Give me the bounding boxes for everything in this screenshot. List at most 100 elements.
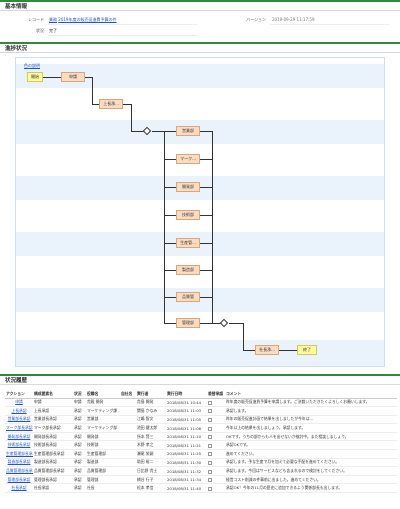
action-link[interactable]: 生産管理部長承認: [5, 449, 33, 459]
column-header: 差替承認: [207, 390, 225, 399]
table-row: 上長承認 上長承認 承認 マーケティング課 関島 かなみ 2018/08/31 11:03…: [5, 406, 397, 416]
column-header: 状況: [73, 390, 86, 399]
table-row: 営業部長承認 営業部長承認 承認 営業部 江嶋 智文 2018/08/31 11:05 昨年…: [5, 415, 397, 425]
flow-node-marketing[interactable]: マーク...: [176, 154, 200, 164]
comment-cell: 昨年の販売促進計画で結果を出しましたが今年は...: [225, 415, 397, 425]
flow-connector: [279, 350, 297, 351]
flow-node-apply[interactable]: 申請: [61, 72, 85, 82]
datetime-cell: 2018/08/31 11:25: [166, 449, 207, 459]
substitute-cell: [207, 398, 225, 408]
user-cell: 橋谷 行子: [136, 475, 166, 485]
flow-node-quality[interactable]: 品質管: [176, 292, 200, 302]
status-cell: 承認: [73, 406, 86, 416]
basic-info-header: 基本情報: [0, 0, 400, 11]
company-cell: [120, 415, 136, 425]
user-cell: 木野 孝之: [136, 440, 166, 451]
record-prefix-link[interactable]: 業務: [49, 17, 57, 22]
flow-connector: [164, 131, 176, 132]
substitute-cell: [207, 423, 225, 433]
role-cell: 製造部: [86, 458, 120, 468]
status-cell: 承認: [73, 415, 86, 425]
user-cell: 所本 賢三: [136, 432, 166, 442]
flow-connector: [164, 187, 176, 188]
company-cell: [120, 466, 136, 476]
substitute-checkbox[interactable]: [208, 417, 212, 422]
flow-connector: [85, 77, 92, 78]
user-cell: 瀬尾 栄嗣: [136, 449, 166, 459]
flow-node-sales[interactable]: 営業部: [176, 126, 200, 136]
company-cell: [120, 423, 136, 433]
workflow-diagram: 色の説明 開始 申請 上長承... 営業部 マーク... 開発部 技術部 生産管…: [15, 57, 385, 367]
substitute-cell: [207, 440, 225, 451]
substitute-checkbox[interactable]: [208, 443, 212, 448]
element-name: マーク部長承認: [33, 423, 73, 433]
datetime-cell: 2018/08/31 10:44: [166, 398, 207, 408]
substitute-checkbox[interactable]: [208, 469, 212, 474]
action-link[interactable]: 技術部長承認: [5, 440, 33, 451]
user-cell: 関島 かなみ: [136, 406, 166, 416]
action-link[interactable]: 営業部長承認: [5, 415, 33, 425]
status-label: 状況: [36, 28, 44, 33]
substitute-checkbox[interactable]: [208, 460, 212, 465]
action-link[interactable]: 製造部長承認: [5, 458, 33, 468]
action-link[interactable]: 管理部長承認: [5, 475, 33, 485]
record-value: 業務 2019年度の販売促進費予算の件: [49, 17, 116, 23]
action-link[interactable]: 上長承認: [5, 406, 33, 416]
history-header: 状況履歴: [0, 374, 400, 385]
column-header: 自社名: [120, 390, 136, 399]
flow-node-management[interactable]: 管理部: [176, 318, 200, 328]
flow-connector: [164, 270, 176, 271]
element-name: 開発部長承認: [33, 432, 73, 442]
company-cell: [120, 483, 136, 494]
color-legend-label[interactable]: 色の説明: [24, 63, 40, 69]
flow-node-boss-approval[interactable]: 上長承...: [99, 99, 123, 109]
table-row: 品質管理部長承認品質管理部長承認承認品質管理部日比野 貴士2018/08/31 …: [5, 466, 397, 476]
company-cell: [120, 475, 136, 485]
flow-node-president-approval[interactable]: 社長承...: [255, 345, 279, 355]
substitute-cell: [207, 415, 225, 425]
substitute-checkbox[interactable]: [208, 435, 212, 440]
role-cell: 貴殿 開発: [86, 398, 120, 408]
substitute-checkbox[interactable]: [208, 426, 212, 431]
substitute-checkbox[interactable]: [208, 452, 212, 457]
action-link[interactable]: 開発部長承認: [5, 432, 33, 442]
element-name: 上長承認: [33, 406, 73, 416]
comment-cell: 進めてください。: [225, 449, 397, 459]
substitute-checkbox[interactable]: [208, 486, 212, 491]
substitute-checkbox[interactable]: [208, 400, 212, 405]
table-row: 開発部長承認 開発部長承認 承認 開発部 所本 賢三 2018/08/31 11:10 OK…: [5, 432, 397, 442]
record-label: レコード: [28, 17, 44, 22]
substitute-checkbox[interactable]: [208, 409, 212, 414]
flow-connector: [200, 323, 212, 324]
flow-node-development[interactable]: 開発部: [176, 182, 200, 192]
flow-connector: [92, 104, 99, 105]
action-link[interactable]: 品質管理部長承認: [5, 466, 33, 476]
flow-node-start[interactable]: 開始: [27, 72, 43, 82]
role-cell: 管理部: [86, 475, 120, 485]
merge-gateway-icon: [219, 318, 229, 328]
flow-node-manufacturing[interactable]: 製造部: [176, 265, 200, 275]
flow-connector: [212, 131, 213, 323]
action-link[interactable]: 社長承認: [5, 483, 33, 494]
datetime-cell: 2018/08/31 11:03: [166, 406, 207, 416]
flow-node-tech[interactable]: 技術部: [176, 210, 200, 220]
flow-node-end[interactable]: 終了: [297, 345, 317, 355]
lane-stripe: [16, 120, 384, 144]
element-name: 製造部長承認: [33, 458, 73, 468]
table-row: 生産管理部長承認生産管理部長承認承認生産管理部瀬尾 栄嗣2018/08/31 1…: [5, 449, 397, 459]
action-link[interactable]: マーク部長承認: [5, 423, 33, 433]
flow-connector: [200, 243, 212, 244]
substitute-cell: [207, 475, 225, 485]
flow-connector: [243, 350, 255, 351]
history-table: アクション 構成要素名 状況 役職名 自社名 実行者 実行日時 差替承認 コメント 申請 申請 申請…: [5, 390, 397, 494]
substitute-cell: [207, 432, 225, 442]
flow-connector: [164, 215, 176, 216]
substitute-checkbox[interactable]: [208, 478, 212, 483]
flow-connector: [200, 131, 212, 132]
record-link[interactable]: 2019年度の販売促進費予算の件: [58, 17, 116, 22]
company-cell: [120, 440, 136, 451]
action-link[interactable]: 申請: [5, 398, 33, 408]
flow-node-production[interactable]: 生産管...: [176, 238, 200, 248]
status-cell: 承認: [73, 466, 86, 476]
comment-cell: 承認します。予な生産で月を加えて必要な手配を進めてください。: [225, 458, 397, 468]
